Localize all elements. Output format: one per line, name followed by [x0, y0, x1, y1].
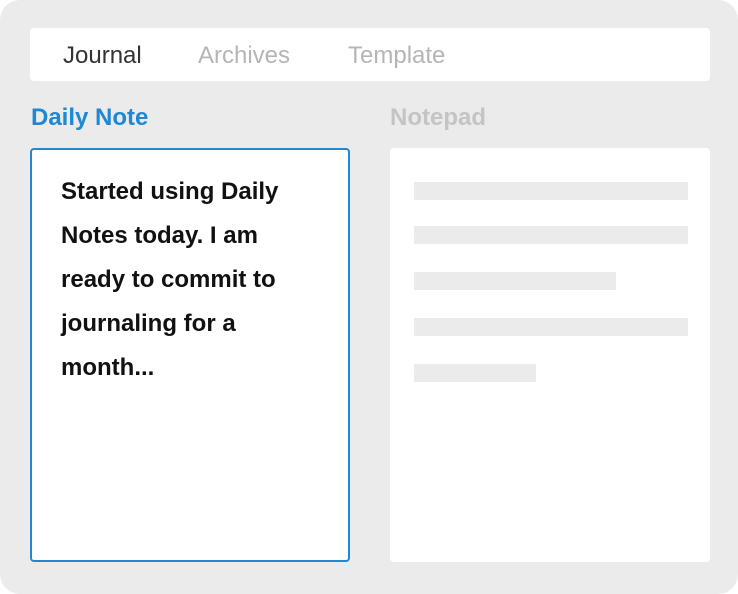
notepad-title[interactable]: Notepad: [390, 104, 486, 132]
placeholder-line: [414, 272, 616, 290]
tab-archives[interactable]: Archives: [198, 28, 290, 81]
notepad-panel[interactable]: [390, 148, 710, 562]
tab-bar: Journal Archives Template: [30, 28, 710, 81]
placeholder-line: [414, 364, 536, 382]
daily-note-editor[interactable]: Started using Daily Notes today. I am re…: [30, 148, 350, 562]
tab-journal[interactable]: Journal: [63, 28, 142, 81]
placeholder-line: [414, 182, 688, 200]
placeholder-line: [414, 318, 688, 336]
daily-note-title[interactable]: Daily Note: [31, 104, 148, 132]
app-window: Journal Archives Template Daily Note Not…: [0, 0, 738, 594]
placeholder-line: [414, 226, 688, 244]
daily-note-text[interactable]: Started using Daily Notes today. I am re…: [61, 170, 321, 390]
tab-template[interactable]: Template: [348, 28, 445, 81]
